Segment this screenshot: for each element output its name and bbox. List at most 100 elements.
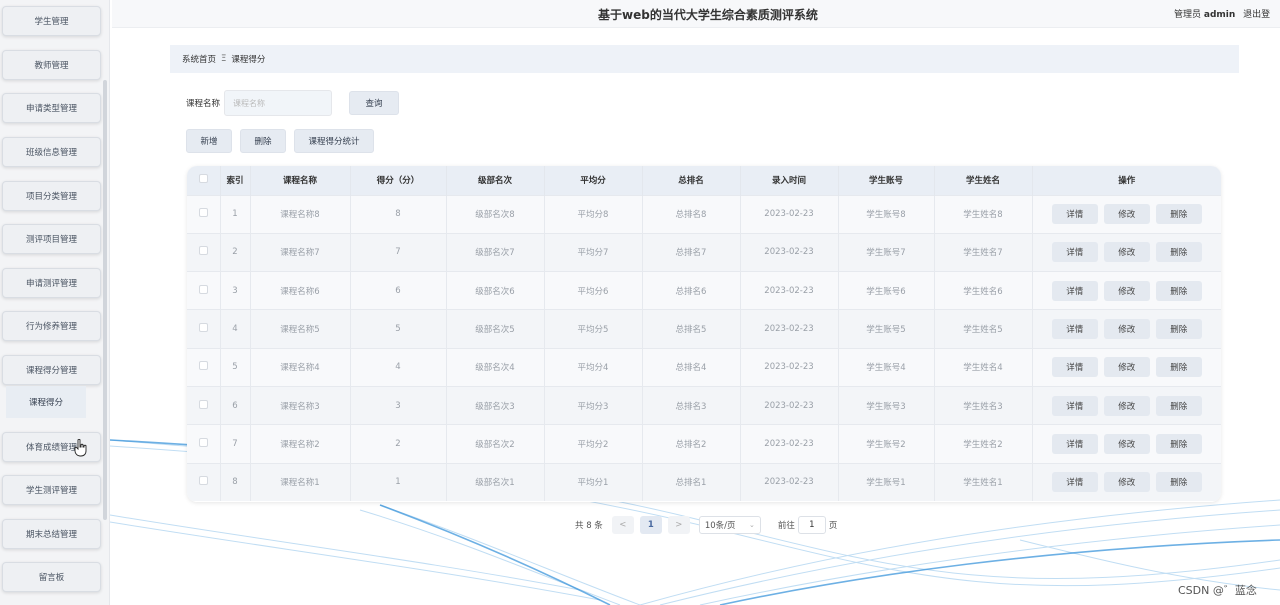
add-button[interactable]: 新增 [186,129,232,153]
edit-button[interactable]: 修改 [1103,472,1150,493]
detail-button[interactable]: 详情 [1051,357,1098,378]
col-header-course: 课程名称 [250,166,351,195]
detail-button[interactable]: 详情 [1051,319,1098,340]
row-checkbox[interactable] [187,424,221,464]
edit-button[interactable]: 修改 [1103,357,1150,378]
cell-avg: 平均分3 [544,385,643,425]
row-checkbox[interactable] [187,347,221,387]
table-row: 7 课程名称2 2 级部名次2 平均分2 总排名2 2023-02-23 学生账号2 学生姓名2… [187,424,1221,464]
row-checkbox[interactable] [187,271,221,310]
cell-avg: 平均分7 [544,232,643,272]
delete-button[interactable]: 删除 [1155,204,1202,225]
cell-account: 学生账号4 [838,347,935,387]
sidebar-item-apply-eval-mgmt[interactable]: 申请测评管理 [2,268,101,298]
edit-button[interactable]: 修改 [1103,242,1150,263]
row-checkbox[interactable] [187,309,221,349]
table-row: 8 课程名称1 1 级部名次1 平均分1 总排名1 2023-02-23 学生账号1 学生姓名1… [187,462,1221,502]
search-button[interactable]: 查询 [349,91,400,115]
batch-delete-button[interactable]: 删除 [240,129,286,153]
prev-page-button[interactable]: < [611,516,634,534]
edit-button[interactable]: 修改 [1103,204,1150,225]
cell-index: 5 [220,347,251,387]
cell-account: 学生账号6 [838,271,935,310]
cell-total-rank: 总排名3 [642,385,741,425]
page-size-select[interactable]: 10条/页 ⌄ [698,516,761,534]
action-toolbar: 新增 删除 课程得分统计 [186,129,382,153]
delete-button[interactable]: 删除 [1155,433,1202,454]
logout-link[interactable]: 退出登 [1243,10,1270,20]
detail-button[interactable]: 详情 [1051,242,1098,263]
edit-button[interactable]: 修改 [1103,319,1150,340]
breadcrumb-home[interactable]: 系统首页 [182,53,216,65]
sidebar-item-teacher-mgmt[interactable]: 教师管理 [2,50,101,80]
col-header-index: 索引 [220,166,251,195]
sidebar-item-student-mgmt[interactable]: 学生管理 [2,6,101,36]
cell-score: 3 [350,385,447,425]
pagination: 共 8 条 < 1 > 10条/页 ⌄ 前往 1 页 [575,516,837,534]
table-row: 1 课程名称8 8 级部名次8 平均分8 总排名8 2023-02-23 学生账号8 学生姓名8… [187,194,1221,234]
sidebar-item-final-summary-mgmt[interactable]: 期末总结管理 [2,519,101,549]
delete-button[interactable]: 删除 [1155,357,1202,378]
sidebar-item-project-category-mgmt[interactable]: 项目分类管理 [2,181,101,211]
sidebar-scrollbar[interactable] [103,80,107,520]
select-all-checkbox[interactable] [187,166,221,195]
row-checkbox[interactable] [187,232,221,272]
col-header-score: 得分（分） [350,166,447,195]
detail-button[interactable]: 详情 [1051,280,1098,301]
edit-button[interactable]: 修改 [1103,433,1150,454]
sidebar-item-student-eval-mgmt[interactable]: 学生测评管理 [2,475,101,505]
user-role: 管理员 [1174,10,1202,20]
cell-score: 5 [350,309,447,349]
table-row: 2 课程名称7 7 级部名次7 平均分7 总排名7 2023-02-23 学生账号7 学生姓名7… [187,232,1221,272]
cell-time: 2023-02-23 [740,385,839,425]
cell-course-name: 课程名称6 [250,271,351,310]
breadcrumb-current: 课程得分 [231,55,266,65]
col-header-student: 学生姓名 [934,166,1033,195]
cell-student-name: 学生姓名5 [934,309,1033,349]
cell-course-name: 课程名称7 [250,232,351,272]
cell-avg: 平均分6 [544,271,643,310]
delete-button[interactable]: 删除 [1155,472,1202,493]
detail-button[interactable]: 详情 [1051,204,1098,225]
cell-operations: 详情 修改 删除 [1032,271,1221,310]
edit-button[interactable]: 修改 [1103,395,1150,416]
course-score-table: 索引 课程名称 得分（分） 级部名次 平均分 总排名 录入时间 学生账号 学生姓… [187,166,1221,502]
delete-button[interactable]: 删除 [1155,395,1202,416]
sidebar-item-message-board[interactable]: 留言板 [2,562,101,592]
cell-total-rank: 总排名4 [642,347,741,387]
cell-index: 3 [220,271,251,310]
row-checkbox[interactable] [187,385,221,425]
detail-button[interactable]: 详情 [1051,433,1098,454]
cell-course-name: 课程名称3 [250,385,351,425]
row-checkbox[interactable] [187,462,221,502]
course-score-stats-button[interactable]: 课程得分统计 [294,129,374,153]
sidebar-item-course-score-mgmt[interactable]: 课程得分管理 [2,355,101,385]
goto-page-input[interactable]: 1 [797,516,826,534]
chevron-down-icon: ⌄ [748,521,755,529]
delete-button[interactable]: 删除 [1155,242,1202,263]
cell-operations: 详情 修改 删除 [1032,232,1221,272]
delete-button[interactable]: 删除 [1155,280,1202,301]
cell-avg: 平均分5 [544,309,643,349]
detail-button[interactable]: 详情 [1051,472,1098,493]
detail-button[interactable]: 详情 [1051,395,1098,416]
cell-score: 7 [350,232,447,272]
cell-operations: 详情 修改 删除 [1032,347,1221,387]
cell-avg: 平均分4 [544,347,643,387]
sidebar-item-class-info-mgmt[interactable]: 班级信息管理 [2,137,101,167]
edit-button[interactable]: 修改 [1103,280,1150,301]
sidebar-item-apply-type-mgmt[interactable]: 申请类型管理 [2,93,101,123]
page-number-1[interactable]: 1 [639,516,662,534]
sidebar-item-behavior-mgmt[interactable]: 行为修养管理 [2,311,101,341]
table-row: 3 课程名称6 6 级部名次6 平均分6 总排名6 2023-02-23 学生账号6 学生姓名6… [187,271,1221,310]
cell-total-rank: 总排名5 [642,309,741,349]
sidebar-subitem-course-score[interactable]: 课程得分 [6,386,86,418]
row-checkbox[interactable] [187,194,221,234]
course-name-search-input[interactable]: 课程名称 [224,90,333,116]
cell-operations: 详情 修改 删除 [1032,194,1221,234]
col-header-avg: 平均分 [544,166,643,195]
sidebar-item-eval-project-mgmt[interactable]: 测评项目管理 [2,224,101,254]
delete-button[interactable]: 删除 [1155,319,1202,340]
search-label: 课程名称 [186,99,221,109]
next-page-button[interactable]: > [667,516,690,534]
